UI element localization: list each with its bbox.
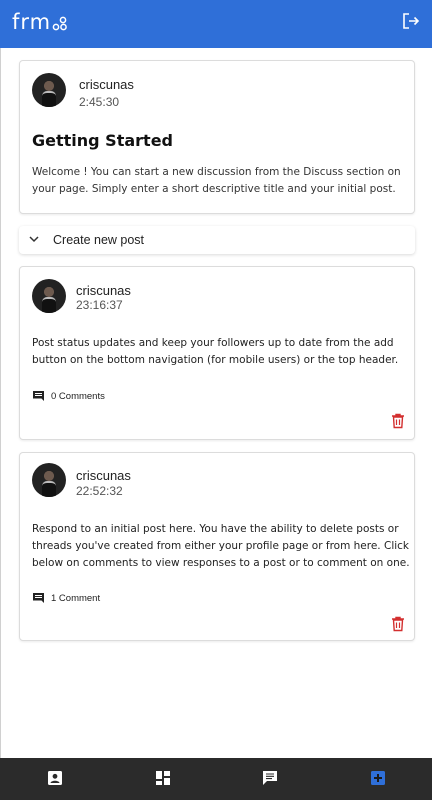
logout-icon[interactable] bbox=[402, 12, 420, 30]
intro-card: criscunas 2:45:30 Getting Started Welcom… bbox=[19, 60, 415, 214]
trash-icon[interactable] bbox=[391, 413, 405, 429]
create-post-toggle[interactable]: Create new post bbox=[19, 226, 415, 254]
post-card: criscunas 23:16:37 Post status updates a… bbox=[19, 266, 415, 440]
trash-icon[interactable] bbox=[391, 616, 405, 632]
post-time: 22:52:32 bbox=[76, 484, 123, 498]
create-post-label: Create new post bbox=[53, 233, 145, 247]
intro-title: Getting Started bbox=[32, 131, 173, 150]
post-body: Post status updates and keep your follow… bbox=[32, 337, 399, 366]
avatar[interactable] bbox=[32, 463, 66, 497]
app-bar: frm bbox=[0, 0, 432, 48]
avatar[interactable] bbox=[32, 279, 66, 313]
post-card: criscunas 22:52:32 Respond to an initial… bbox=[19, 452, 415, 641]
add-post-icon[interactable] bbox=[370, 770, 386, 786]
avatar[interactable] bbox=[32, 73, 66, 107]
intro-body: Welcome ! You can start a new discussion… bbox=[32, 166, 401, 195]
bottom-navigation bbox=[0, 758, 432, 800]
comments-count: 1 Comment bbox=[51, 592, 101, 604]
comments-link[interactable]: 1 Comment bbox=[32, 592, 100, 604]
app-logo[interactable]: frm bbox=[12, 10, 51, 34]
feed: criscunas 2:45:30 Getting Started Welcom… bbox=[0, 48, 432, 758]
comment-icon bbox=[33, 593, 44, 603]
username[interactable]: criscunas bbox=[79, 77, 134, 92]
username[interactable]: criscunas bbox=[76, 468, 131, 483]
comment-icon bbox=[33, 391, 44, 401]
dashboard-icon[interactable] bbox=[155, 770, 171, 786]
chat-icon[interactable] bbox=[262, 770, 278, 786]
comments-count: 0 Comments bbox=[51, 390, 105, 402]
logo-mark-icon bbox=[52, 16, 67, 31]
username[interactable]: criscunas bbox=[76, 283, 131, 298]
post-time: 2:45:30 bbox=[79, 95, 120, 109]
post-body: Respond to an initial post here. You hav… bbox=[32, 523, 410, 569]
profile-icon[interactable] bbox=[47, 770, 63, 786]
post-time: 23:16:37 bbox=[76, 298, 123, 312]
comments-link[interactable]: 0 Comments bbox=[32, 390, 105, 402]
chevron-down-icon bbox=[29, 236, 39, 243]
